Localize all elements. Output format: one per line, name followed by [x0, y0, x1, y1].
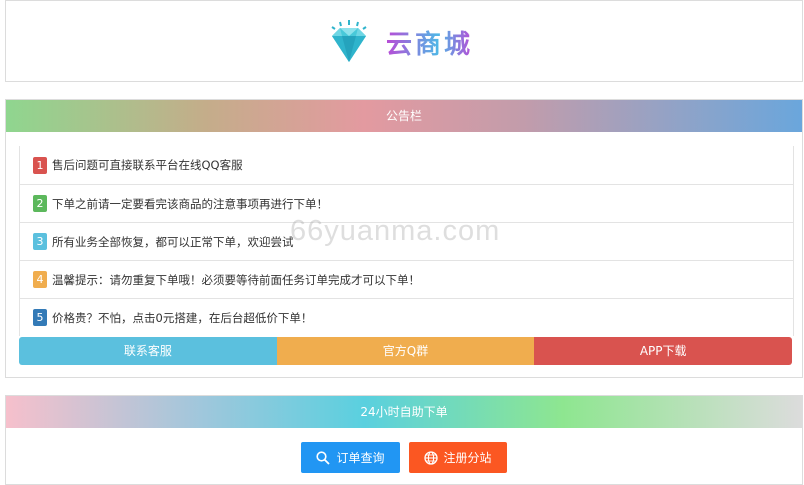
- notice-text: 温馨提示：请勿重复下单哦！必须要等待前面任务订单完成才可以下单！: [52, 272, 420, 287]
- site-logo[interactable]: 云商城: [324, 17, 473, 67]
- notice-text: 下单之前请一定要看完该商品的注意事项再进行下单！: [52, 196, 328, 211]
- notice-item: 4 温馨提示：请勿重复下单哦！必须要等待前面任务订单完成才可以下单！: [20, 260, 793, 298]
- logo-panel: 云商城: [5, 0, 803, 82]
- search-icon: [316, 450, 331, 465]
- notice-number-badge: 2: [33, 195, 47, 212]
- watermark-text: 66yuanma.com: [290, 215, 501, 247]
- order-query-button[interactable]: 订单查询: [301, 442, 400, 473]
- notice-text: 售后问题可直接联系平台在线QQ客服: [52, 158, 243, 172]
- notice-title: 公告栏: [6, 100, 802, 132]
- globe-icon: [423, 450, 438, 465]
- logo-text: 云商城: [386, 24, 473, 61]
- register-branch-button[interactable]: 注册分站: [408, 442, 507, 473]
- notice-number-badge: 1: [33, 156, 47, 174]
- contact-support-button[interactable]: 联系客服: [19, 337, 277, 365]
- diamond-icon: [331, 20, 367, 62]
- order-query-label: 订单查询: [336, 451, 385, 465]
- app-download-button[interactable]: APP下载: [534, 337, 792, 365]
- notice-number-badge: 4: [33, 271, 47, 288]
- official-qq-group-button[interactable]: 官方Q群: [276, 337, 535, 365]
- notice-text: 所有业务全部恢复，都可以正常下单，欢迎尝试: [52, 234, 294, 249]
- notice-item: 1 售后问题可直接联系平台在线QQ客服: [20, 146, 793, 184]
- notice-item: 5 价格贵？不怕，点击0元搭建，在后台超低价下单！: [20, 298, 793, 336]
- order-panel: 24小时自助下单 订单查询 注册分站: [5, 395, 803, 485]
- register-branch-label: 注册分站: [443, 451, 492, 465]
- notice-number-badge: 5: [33, 309, 47, 326]
- notice-button-row: 联系客服 官方Q群 APP下载: [19, 337, 792, 365]
- notice-number-badge: 3: [33, 233, 47, 250]
- notice-text: 价格贵？不怕，点击0元搭建，在后台超低价下单！: [52, 310, 313, 325]
- order-title: 24小时自助下单: [6, 396, 802, 428]
- order-actions: 订单查询 注册分站: [6, 442, 802, 473]
